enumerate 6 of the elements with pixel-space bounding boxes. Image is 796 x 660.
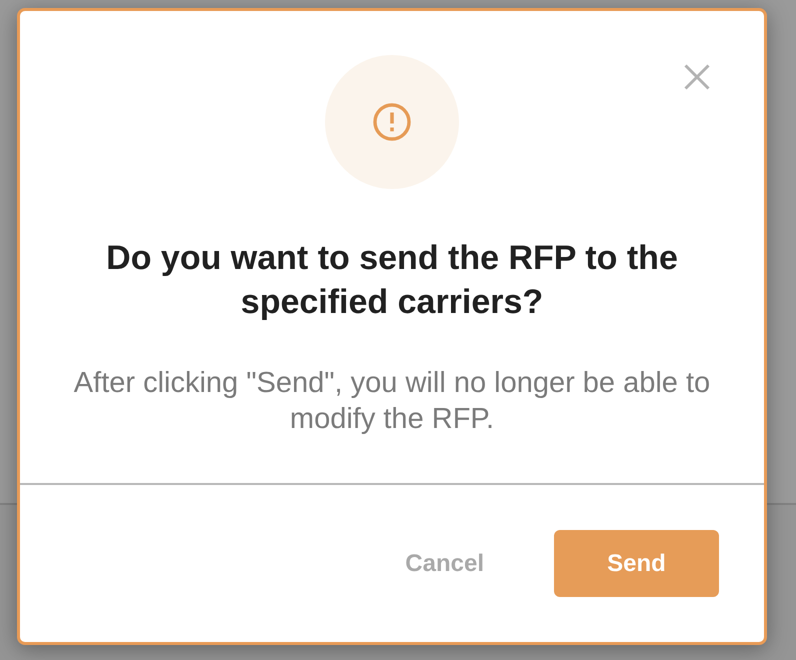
alert-icon	[325, 55, 459, 189]
cancel-button[interactable]: Cancel	[381, 530, 508, 597]
dialog-title: Do you want to send the RFP to the specified carriers?	[105, 238, 679, 323]
send-button[interactable]: Send	[554, 530, 719, 597]
dialog-message: After clicking "Send", you will no longer be able to modify the RFP.	[72, 366, 712, 437]
close-icon	[684, 64, 710, 90]
